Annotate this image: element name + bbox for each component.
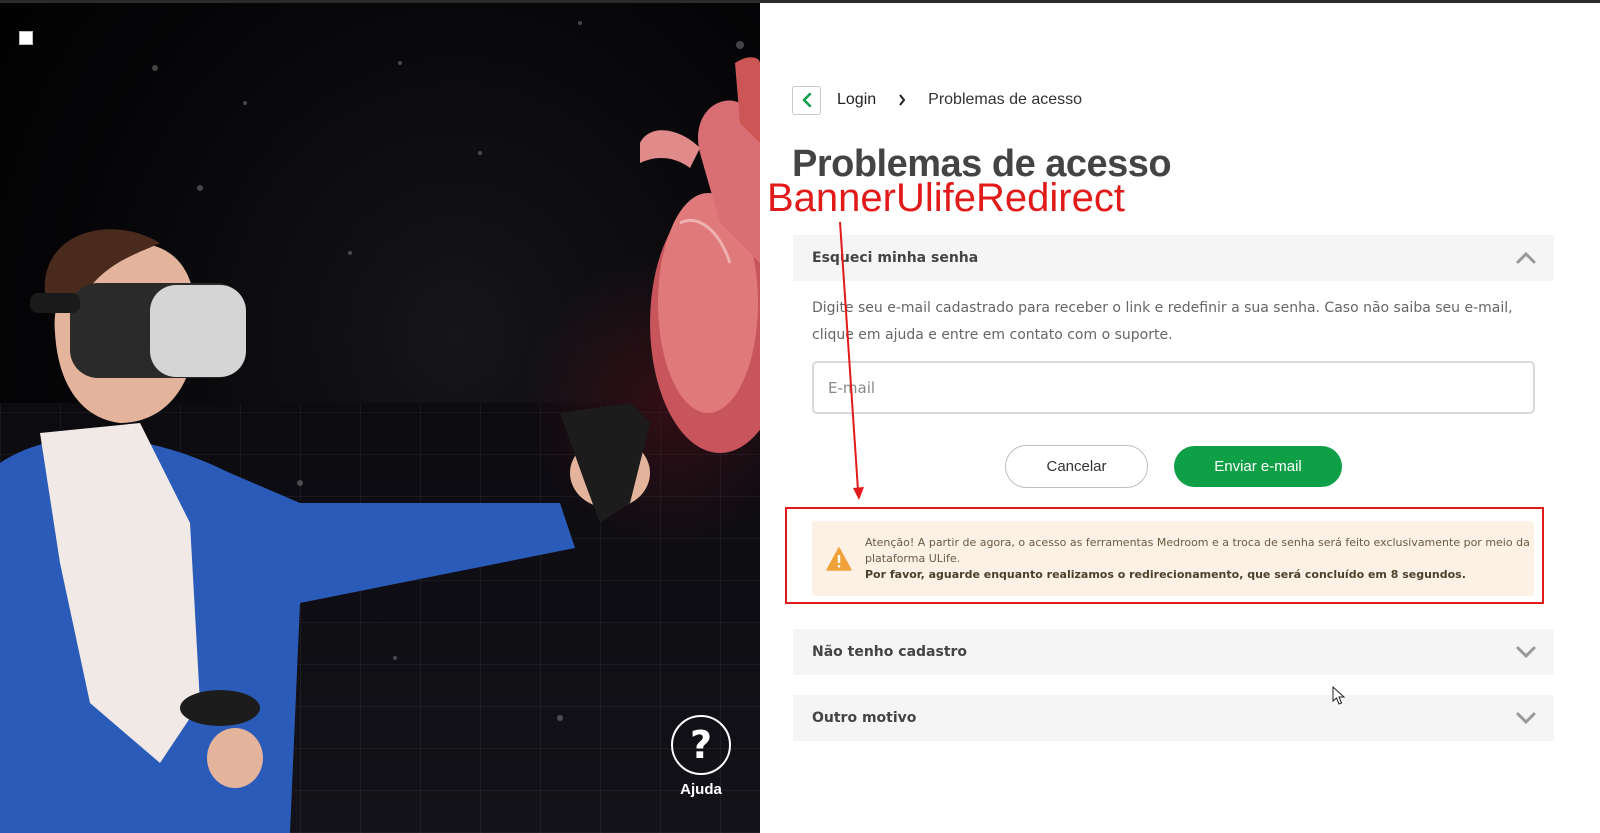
email-field[interactable] [812, 361, 1535, 414]
logo-image-placeholder [19, 31, 33, 45]
cancel-button[interactable]: Cancelar [1005, 445, 1148, 488]
help-button[interactable]: ? Ajuda [671, 715, 731, 798]
heart-illustration [640, 57, 760, 453]
access-problems-panel: Login Problemas de acesso Problemas de a… [760, 3, 1600, 833]
person-illustration [0, 229, 650, 833]
annotation-highlight-box [785, 507, 1544, 604]
chevron-down-icon[interactable] [1516, 712, 1536, 724]
mouse-cursor-icon [1332, 686, 1346, 705]
forgot-password-description: Digite seu e-mail cadastrado para recebe… [812, 300, 1513, 343]
accordion-title: Outro motivo [812, 710, 917, 726]
annotation-label: BannerUlifeRedirect [767, 176, 1125, 220]
hero-illustration [0, 21, 760, 833]
accordion-title: Não tenho cadastro [812, 644, 968, 660]
breadcrumb: Login Problemas de acesso [792, 85, 1082, 115]
back-button[interactable] [792, 85, 821, 115]
accordion-forgot-password-header[interactable]: Esqueci minha senha [793, 235, 1554, 281]
hero-image-panel: ? Ajuda [0, 3, 760, 833]
chevron-up-icon[interactable] [1516, 252, 1536, 264]
send-email-button[interactable]: Enviar e-mail [1174, 446, 1342, 487]
help-icon[interactable]: ? [671, 715, 731, 775]
accordion-other-reason-header[interactable]: Outro motivo [793, 695, 1554, 741]
accordion-no-account-header[interactable]: Não tenho cadastro [793, 629, 1554, 675]
help-label: Ajuda [680, 781, 722, 798]
chevron-left-icon [802, 93, 811, 107]
chevron-down-icon[interactable] [1516, 646, 1536, 658]
breadcrumb-login-link[interactable]: Login [837, 91, 876, 109]
accordion-title: Esqueci minha senha [812, 250, 979, 266]
chevron-right-icon [898, 94, 908, 106]
breadcrumb-current: Problemas de acesso [928, 91, 1083, 108]
